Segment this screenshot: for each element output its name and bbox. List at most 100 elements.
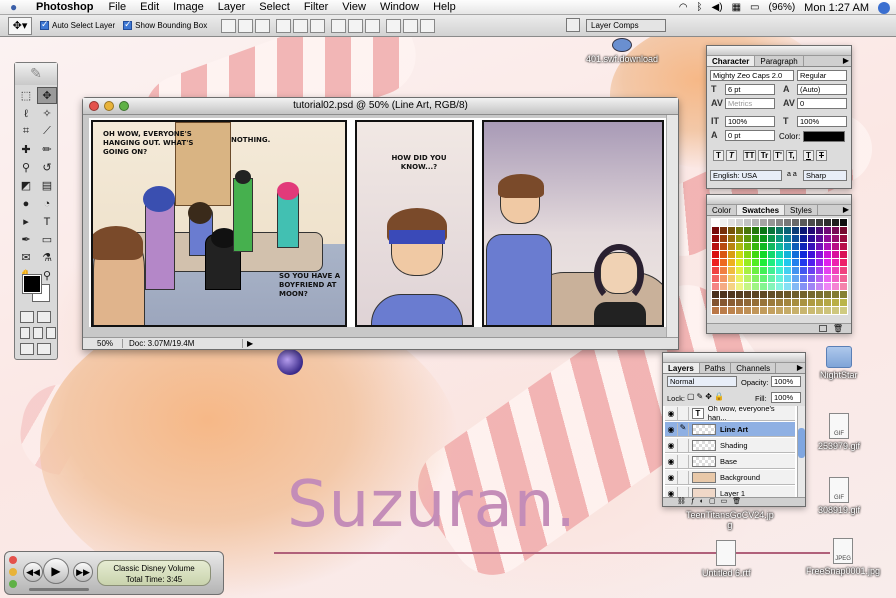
color-swatch[interactable]: [832, 227, 839, 234]
color-swatch[interactable]: [800, 251, 807, 258]
menu-select[interactable]: Select: [252, 1, 297, 13]
gradient-tool-icon[interactable]: ▤: [37, 177, 57, 194]
color-swatch[interactable]: [768, 299, 775, 306]
color-swatch[interactable]: [792, 219, 799, 226]
color-swatch[interactable]: [840, 251, 847, 258]
visibility-eye-icon[interactable]: ◉: [665, 457, 677, 466]
color-swatch[interactable]: [816, 219, 823, 226]
close-window-icon[interactable]: [89, 101, 99, 111]
character-palette-titlebar[interactable]: [707, 46, 851, 56]
tab-character[interactable]: Character: [707, 56, 756, 66]
subscript-button[interactable]: T,: [786, 150, 797, 161]
color-swatch[interactable]: [760, 267, 767, 274]
color-swatch[interactable]: [752, 219, 759, 226]
color-swatch[interactable]: [840, 219, 847, 226]
auto-select-layer-checkbox[interactable]: Auto Select Layer: [40, 19, 115, 30]
color-swatch[interactable]: [824, 259, 831, 266]
color-swatch[interactable]: [832, 299, 839, 306]
previous-track-button[interactable]: ◀◀: [23, 562, 43, 582]
color-swatch[interactable]: [800, 275, 807, 282]
color-swatch[interactable]: [784, 251, 791, 258]
color-swatch[interactable]: [736, 275, 743, 282]
color-swatch[interactable]: [792, 283, 799, 290]
color-swatch[interactable]: [840, 259, 847, 266]
vertical-scale-field[interactable]: 100%: [725, 116, 775, 127]
foreground-color-swatch[interactable]: [22, 274, 42, 294]
crop-tool-icon[interactable]: ⌗: [16, 123, 36, 140]
color-swatch[interactable]: [840, 243, 847, 250]
color-swatch[interactable]: [728, 267, 735, 274]
desktop-icon-teentitans[interactable]: TeenTitansGoCV24.jp g: [686, 510, 774, 530]
color-swatch[interactable]: [720, 219, 727, 226]
link-cell[interactable]: [677, 438, 689, 452]
color-swatch[interactable]: [768, 283, 775, 290]
menu-clock[interactable]: Mon 1:27 AM: [804, 2, 869, 14]
color-swatch[interactable]: [720, 291, 727, 298]
color-swatch[interactable]: [744, 275, 751, 282]
color-swatch[interactable]: [736, 291, 743, 298]
color-swatch[interactable]: [752, 251, 759, 258]
color-swatch[interactable]: [744, 251, 751, 258]
layer-row[interactable]: ◉ T Oh wow, everyone's han...: [665, 406, 795, 422]
color-swatch[interactable]: [744, 235, 751, 242]
zoom-window-icon[interactable]: [119, 101, 129, 111]
path-selection-tool-icon[interactable]: ▸: [16, 213, 36, 230]
pen-tool-icon[interactable]: ✒: [16, 231, 36, 248]
distribute-right-icon[interactable]: [420, 18, 436, 33]
align-left-icon[interactable]: [276, 18, 292, 33]
color-swatch[interactable]: [808, 235, 815, 242]
swatches-palette-titlebar[interactable]: [707, 195, 851, 205]
color-swatch[interactable]: [736, 227, 743, 234]
align-right-icon[interactable]: [310, 18, 326, 33]
color-swatch[interactable]: [808, 283, 815, 290]
color-swatch[interactable]: [720, 227, 727, 234]
notes-tool-icon[interactable]: ✉: [16, 249, 36, 266]
color-swatch[interactable]: [824, 307, 831, 314]
color-swatch[interactable]: [800, 283, 807, 290]
color-swatch[interactable]: [832, 291, 839, 298]
color-swatch[interactable]: [840, 291, 847, 298]
color-swatch[interactable]: [720, 251, 727, 258]
color-swatch[interactable]: [728, 275, 735, 282]
color-swatch[interactable]: [800, 243, 807, 250]
color-swatch[interactable]: [720, 299, 727, 306]
new-swatch-icon[interactable]: [819, 325, 827, 332]
color-swatch[interactable]: [784, 267, 791, 274]
kerning-field[interactable]: Metrics: [725, 98, 775, 109]
color-swatch[interactable]: [816, 299, 823, 306]
color-swatch[interactable]: [792, 299, 799, 306]
color-swatch[interactable]: [824, 267, 831, 274]
color-swatch[interactable]: [784, 227, 791, 234]
color-swatch[interactable]: [840, 283, 847, 290]
color-swatch[interactable]: [784, 291, 791, 298]
standard-mode-icon[interactable]: [20, 311, 34, 323]
color-swatch[interactable]: [816, 291, 823, 298]
small-caps-button[interactable]: Tr: [758, 150, 771, 161]
color-swatch[interactable]: [800, 219, 807, 226]
color-swatch[interactable]: [816, 307, 823, 314]
color-swatch[interactable]: [824, 291, 831, 298]
color-swatch[interactable]: [832, 243, 839, 250]
play-button[interactable]: ▶: [43, 558, 69, 584]
eraser-tool-icon[interactable]: ◩: [16, 177, 36, 194]
desktop-icon-nightstar[interactable]: NightStar: [820, 346, 858, 380]
distribute-hcenter-icon[interactable]: [403, 18, 419, 33]
color-swatch[interactable]: [824, 243, 831, 250]
link-cell[interactable]: [677, 470, 689, 484]
zoom-level[interactable]: 50%: [83, 339, 123, 348]
document-titlebar[interactable]: tutorial02.psd @ 50% (Line Art, RGB/8): [83, 98, 678, 115]
color-swatch[interactable]: [752, 275, 759, 282]
color-swatch[interactable]: [816, 275, 823, 282]
color-swatch[interactable]: [784, 275, 791, 282]
color-swatch[interactable]: [752, 259, 759, 266]
color-swatch[interactable]: [816, 283, 823, 290]
color-swatch[interactable]: [760, 219, 767, 226]
color-swatch[interactable]: [800, 307, 807, 314]
font-size-field[interactable]: 6 pt: [725, 84, 775, 95]
color-swatch[interactable]: [744, 219, 751, 226]
color-swatch[interactable]: [728, 227, 735, 234]
color-swatch[interactable]: [760, 291, 767, 298]
color-swatch[interactable]: [784, 259, 791, 266]
visibility-eye-icon[interactable]: ◉: [665, 409, 677, 418]
color-swatch[interactable]: [824, 299, 831, 306]
